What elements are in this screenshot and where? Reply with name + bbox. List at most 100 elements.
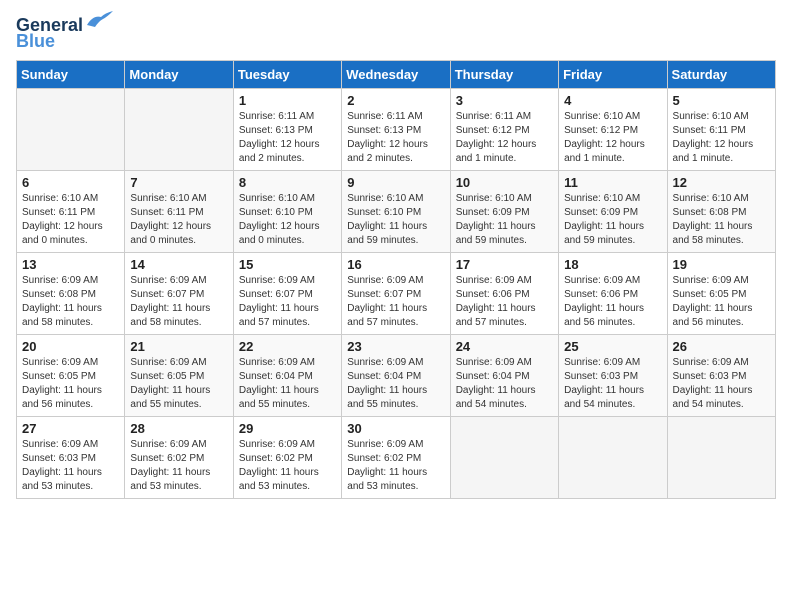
calendar-cell: 27Sunrise: 6:09 AM Sunset: 6:03 PM Dayli… xyxy=(17,416,125,498)
day-number: 3 xyxy=(456,93,553,108)
calendar-cell: 18Sunrise: 6:09 AM Sunset: 6:06 PM Dayli… xyxy=(559,252,667,334)
weekday-header-wednesday: Wednesday xyxy=(342,60,450,88)
calendar-cell: 28 Sunrise: 6:09 AM Sunset: 6:02 PM Dayli… xyxy=(125,416,233,498)
day-info: Sunrise: 6:09 AM Sunset: 6:07 PM Dayligh… xyxy=(347,274,444,330)
day-number: 23 xyxy=(347,339,444,354)
day-info: Sunrise: 6:09 AM Sunset: 6:06 PM Dayligh… xyxy=(564,274,661,330)
day-info: Sunrise: 6:09 AM Sunset: 6:04 PM Dayligh… xyxy=(347,356,444,412)
day-number: 1 xyxy=(239,93,336,108)
calendar-cell: 4 Sunrise: 6:10 AM Sunset: 6:12 PM Daylig… xyxy=(559,88,667,170)
weekday-header-thursday: Thursday xyxy=(450,60,558,88)
day-number: 29 xyxy=(239,421,336,436)
day-info: Sunrise: 6:09 AM Sunset: 6:05 PM Dayligh… xyxy=(130,356,227,412)
day-info: Sunrise: 6:09 AM Sunset: 6:07 PM Dayligh… xyxy=(239,274,336,330)
day-number: 13 xyxy=(22,257,119,272)
day-number: 4 xyxy=(564,93,661,108)
day-info: Sunrise: 6:09 AM Sunset: 6:05 PM Dayligh… xyxy=(22,356,119,412)
weekday-header-tuesday: Tuesday xyxy=(233,60,341,88)
day-number: 16 xyxy=(347,257,444,272)
calendar-cell xyxy=(125,88,233,170)
calendar-cell: 6 Sunrise: 6:10 AM Sunset: 6:11 PM Daylig… xyxy=(17,170,125,252)
calendar-cell: 24 Sunrise: 6:09 AM Sunset: 6:04 PM Dayli… xyxy=(450,334,558,416)
calendar-cell: 7 Sunrise: 6:10 AM Sunset: 6:11 PM Daylig… xyxy=(125,170,233,252)
calendar-cell: 21 Sunrise: 6:09 AM Sunset: 6:05 PM Dayli… xyxy=(125,334,233,416)
calendar-cell: 2Sunrise: 6:11 AM Sunset: 6:13 PM Daylig… xyxy=(342,88,450,170)
weekday-header-friday: Friday xyxy=(559,60,667,88)
calendar-cell: 1 Sunrise: 6:11 AM Sunset: 6:13 PM Daylig… xyxy=(233,88,341,170)
logo: General Blue xyxy=(16,16,115,52)
calendar-cell: 26Sunrise: 6:09 AM Sunset: 6:03 PM Dayli… xyxy=(667,334,775,416)
calendar-week-5: 27Sunrise: 6:09 AM Sunset: 6:03 PM Dayli… xyxy=(17,416,776,498)
day-info: Sunrise: 6:09 AM Sunset: 6:03 PM Dayligh… xyxy=(564,356,661,412)
day-info: Sunrise: 6:10 AM Sunset: 6:12 PM Dayligh… xyxy=(564,110,661,166)
day-number: 12 xyxy=(673,175,770,190)
day-number: 24 xyxy=(456,339,553,354)
day-info: Sunrise: 6:11 AM Sunset: 6:13 PM Dayligh… xyxy=(347,110,444,166)
day-info: Sunrise: 6:10 AM Sunset: 6:11 PM Dayligh… xyxy=(22,192,119,248)
day-number: 22 xyxy=(239,339,336,354)
calendar-cell: 14 Sunrise: 6:09 AM Sunset: 6:07 PM Dayli… xyxy=(125,252,233,334)
calendar-week-3: 13 Sunrise: 6:09 AM Sunset: 6:08 PM Dayli… xyxy=(17,252,776,334)
day-number: 21 xyxy=(130,339,227,354)
calendar-cell: 12 Sunrise: 6:10 AM Sunset: 6:08 PM Dayli… xyxy=(667,170,775,252)
day-number: 8 xyxy=(239,175,336,190)
calendar-cell: 15 Sunrise: 6:09 AM Sunset: 6:07 PM Dayli… xyxy=(233,252,341,334)
calendar-cell: 22Sunrise: 6:09 AM Sunset: 6:04 PM Dayli… xyxy=(233,334,341,416)
calendar-cell: 13 Sunrise: 6:09 AM Sunset: 6:08 PM Dayli… xyxy=(17,252,125,334)
day-info: Sunrise: 6:09 AM Sunset: 6:02 PM Dayligh… xyxy=(130,438,227,494)
calendar-week-2: 6 Sunrise: 6:10 AM Sunset: 6:11 PM Daylig… xyxy=(17,170,776,252)
day-info: Sunrise: 6:11 AM Sunset: 6:13 PM Dayligh… xyxy=(239,110,336,166)
calendar-cell: 10 Sunrise: 6:10 AM Sunset: 6:09 PM Dayli… xyxy=(450,170,558,252)
day-info: Sunrise: 6:10 AM Sunset: 6:11 PM Dayligh… xyxy=(673,110,770,166)
calendar-cell xyxy=(450,416,558,498)
day-info: Sunrise: 6:09 AM Sunset: 6:06 PM Dayligh… xyxy=(456,274,553,330)
day-info: Sunrise: 6:09 AM Sunset: 6:03 PM Dayligh… xyxy=(22,438,119,494)
day-number: 28 xyxy=(130,421,227,436)
day-number: 11 xyxy=(564,175,661,190)
day-info: Sunrise: 6:10 AM Sunset: 6:10 PM Dayligh… xyxy=(347,192,444,248)
day-number: 15 xyxy=(239,257,336,272)
calendar-cell: 8 Sunrise: 6:10 AM Sunset: 6:10 PM Daylig… xyxy=(233,170,341,252)
calendar-cell: 3 Sunrise: 6:11 AM Sunset: 6:12 PM Daylig… xyxy=(450,88,558,170)
calendar-cell: 9Sunrise: 6:10 AM Sunset: 6:10 PM Daylig… xyxy=(342,170,450,252)
calendar-week-4: 20 Sunrise: 6:09 AM Sunset: 6:05 PM Dayli… xyxy=(17,334,776,416)
logo-bird-icon xyxy=(85,7,115,31)
day-number: 30 xyxy=(347,421,444,436)
calendar-cell: 17 Sunrise: 6:09 AM Sunset: 6:06 PM Dayli… xyxy=(450,252,558,334)
weekday-header-row: SundayMondayTuesdayWednesdayThursdayFrid… xyxy=(17,60,776,88)
day-info: Sunrise: 6:10 AM Sunset: 6:11 PM Dayligh… xyxy=(130,192,227,248)
day-number: 7 xyxy=(130,175,227,190)
calendar-cell: 29 Sunrise: 6:09 AM Sunset: 6:02 PM Dayli… xyxy=(233,416,341,498)
weekday-header-sunday: Sunday xyxy=(17,60,125,88)
calendar-cell xyxy=(17,88,125,170)
day-info: Sunrise: 6:10 AM Sunset: 6:10 PM Dayligh… xyxy=(239,192,336,248)
day-info: Sunrise: 6:09 AM Sunset: 6:02 PM Dayligh… xyxy=(347,438,444,494)
day-number: 20 xyxy=(22,339,119,354)
calendar-cell: 25 Sunrise: 6:09 AM Sunset: 6:03 PM Dayli… xyxy=(559,334,667,416)
day-info: Sunrise: 6:09 AM Sunset: 6:04 PM Dayligh… xyxy=(456,356,553,412)
day-info: Sunrise: 6:10 AM Sunset: 6:09 PM Dayligh… xyxy=(456,192,553,248)
day-info: Sunrise: 6:09 AM Sunset: 6:08 PM Dayligh… xyxy=(22,274,119,330)
day-info: Sunrise: 6:09 AM Sunset: 6:02 PM Dayligh… xyxy=(239,438,336,494)
calendar-table: SundayMondayTuesdayWednesdayThursdayFrid… xyxy=(16,60,776,499)
day-number: 14 xyxy=(130,257,227,272)
day-info: Sunrise: 6:10 AM Sunset: 6:08 PM Dayligh… xyxy=(673,192,770,248)
day-number: 10 xyxy=(456,175,553,190)
weekday-header-monday: Monday xyxy=(125,60,233,88)
day-info: Sunrise: 6:11 AM Sunset: 6:12 PM Dayligh… xyxy=(456,110,553,166)
day-number: 25 xyxy=(564,339,661,354)
calendar-cell: 5Sunrise: 6:10 AM Sunset: 6:11 PM Daylig… xyxy=(667,88,775,170)
day-info: Sunrise: 6:10 AM Sunset: 6:09 PM Dayligh… xyxy=(564,192,661,248)
calendar-cell xyxy=(667,416,775,498)
calendar-body: 1 Sunrise: 6:11 AM Sunset: 6:13 PM Daylig… xyxy=(17,88,776,498)
day-info: Sunrise: 6:09 AM Sunset: 6:03 PM Dayligh… xyxy=(673,356,770,412)
day-number: 6 xyxy=(22,175,119,190)
day-number: 17 xyxy=(456,257,553,272)
calendar-cell: 11 Sunrise: 6:10 AM Sunset: 6:09 PM Dayli… xyxy=(559,170,667,252)
calendar-cell: 20 Sunrise: 6:09 AM Sunset: 6:05 PM Dayli… xyxy=(17,334,125,416)
day-info: Sunrise: 6:09 AM Sunset: 6:07 PM Dayligh… xyxy=(130,274,227,330)
day-number: 19 xyxy=(673,257,770,272)
weekday-header-saturday: Saturday xyxy=(667,60,775,88)
calendar-cell: 16 Sunrise: 6:09 AM Sunset: 6:07 PM Dayli… xyxy=(342,252,450,334)
calendar-cell: 19Sunrise: 6:09 AM Sunset: 6:05 PM Dayli… xyxy=(667,252,775,334)
